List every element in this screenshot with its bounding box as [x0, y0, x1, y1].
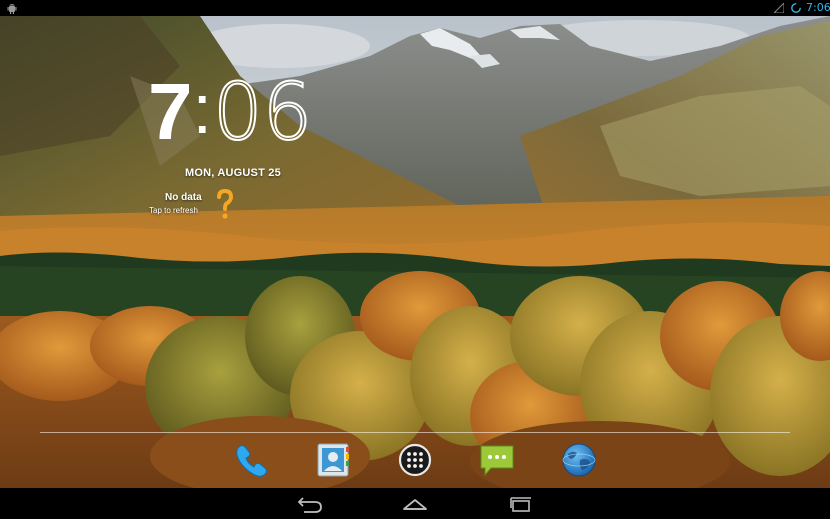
phone-icon: [236, 445, 267, 477]
weather-subtitle: Tap to refresh: [149, 206, 198, 215]
contacts-icon: [317, 443, 349, 477]
app-drawer-icon: [398, 443, 432, 477]
android-debug-icon[interactable]: [6, 2, 18, 14]
clock-widget[interactable]: 7:06: [148, 70, 313, 154]
sync-icon: [791, 3, 801, 13]
clock-minutes: 06: [212, 68, 313, 158]
clock-date: MON, AUGUST 25: [185, 167, 281, 179]
dock-browser[interactable]: [559, 440, 599, 480]
dock-contacts[interactable]: [313, 440, 353, 480]
status-bar: 7:06: [0, 0, 830, 16]
messaging-icon: [480, 445, 514, 477]
status-time: 7:06: [806, 1, 830, 14]
wallpaper: [0, 16, 830, 488]
signal-icon: [774, 3, 784, 13]
question-mark-icon: [217, 188, 234, 219]
wallpaper-landscape-image: [0, 16, 830, 488]
clock-hour: 7: [148, 67, 192, 156]
dock-divider: [40, 432, 790, 433]
globe-icon: [562, 443, 596, 477]
clock-separator: :: [192, 70, 212, 148]
recents-icon: [510, 497, 531, 512]
home-icon: [403, 499, 427, 510]
home-button[interactable]: [395, 492, 435, 516]
recents-button[interactable]: [500, 492, 540, 516]
navigation-bar: [0, 488, 830, 519]
dock-all-apps[interactable]: [395, 440, 435, 480]
dock-messaging[interactable]: [477, 440, 517, 480]
back-button[interactable]: [289, 492, 329, 516]
back-icon: [297, 497, 322, 513]
dock-phone[interactable]: [231, 440, 271, 480]
